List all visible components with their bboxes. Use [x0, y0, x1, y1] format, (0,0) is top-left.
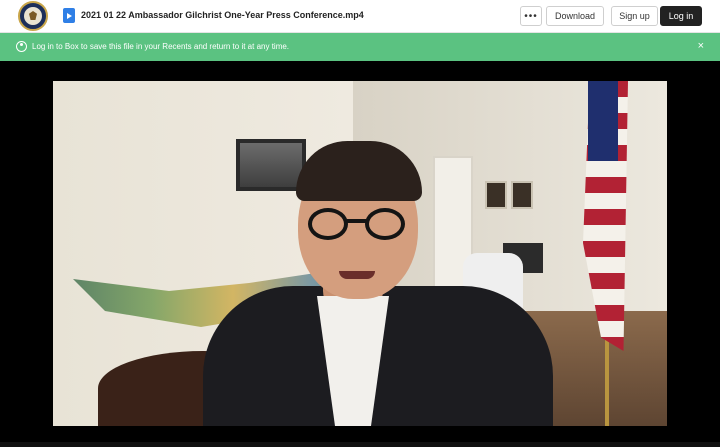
wall-picture: [236, 139, 306, 191]
glasses-bridge: [345, 219, 367, 223]
video-player[interactable]: [53, 81, 667, 426]
login-button[interactable]: Log in: [660, 6, 702, 26]
more-options-button[interactable]: •••: [520, 6, 542, 26]
us-flag-canton: [588, 81, 618, 161]
small-picture: [511, 181, 533, 209]
login-banner: Log in to Box to save this file in your …: [0, 33, 720, 61]
close-icon[interactable]: ×: [698, 40, 704, 52]
signup-button[interactable]: Sign up: [611, 6, 658, 26]
user-circle-icon: [16, 41, 27, 52]
video-progress-bar[interactable]: [0, 442, 720, 447]
download-button[interactable]: Download: [546, 6, 604, 26]
small-picture: [485, 181, 507, 209]
seal-logo[interactable]: [18, 1, 48, 31]
eagle-icon: [24, 7, 42, 25]
video-file-icon: [63, 8, 75, 23]
file-title: 2021 01 22 Ambassador Gilchrist One-Year…: [81, 10, 364, 20]
top-bar: 2021 01 22 Ambassador Gilchrist One-Year…: [0, 0, 720, 33]
glasses-right-lens: [365, 208, 405, 240]
banner-message: Log in to Box to save this file in your …: [32, 42, 290, 51]
glasses-left-lens: [308, 208, 348, 240]
speaker-mouth: [339, 271, 375, 279]
